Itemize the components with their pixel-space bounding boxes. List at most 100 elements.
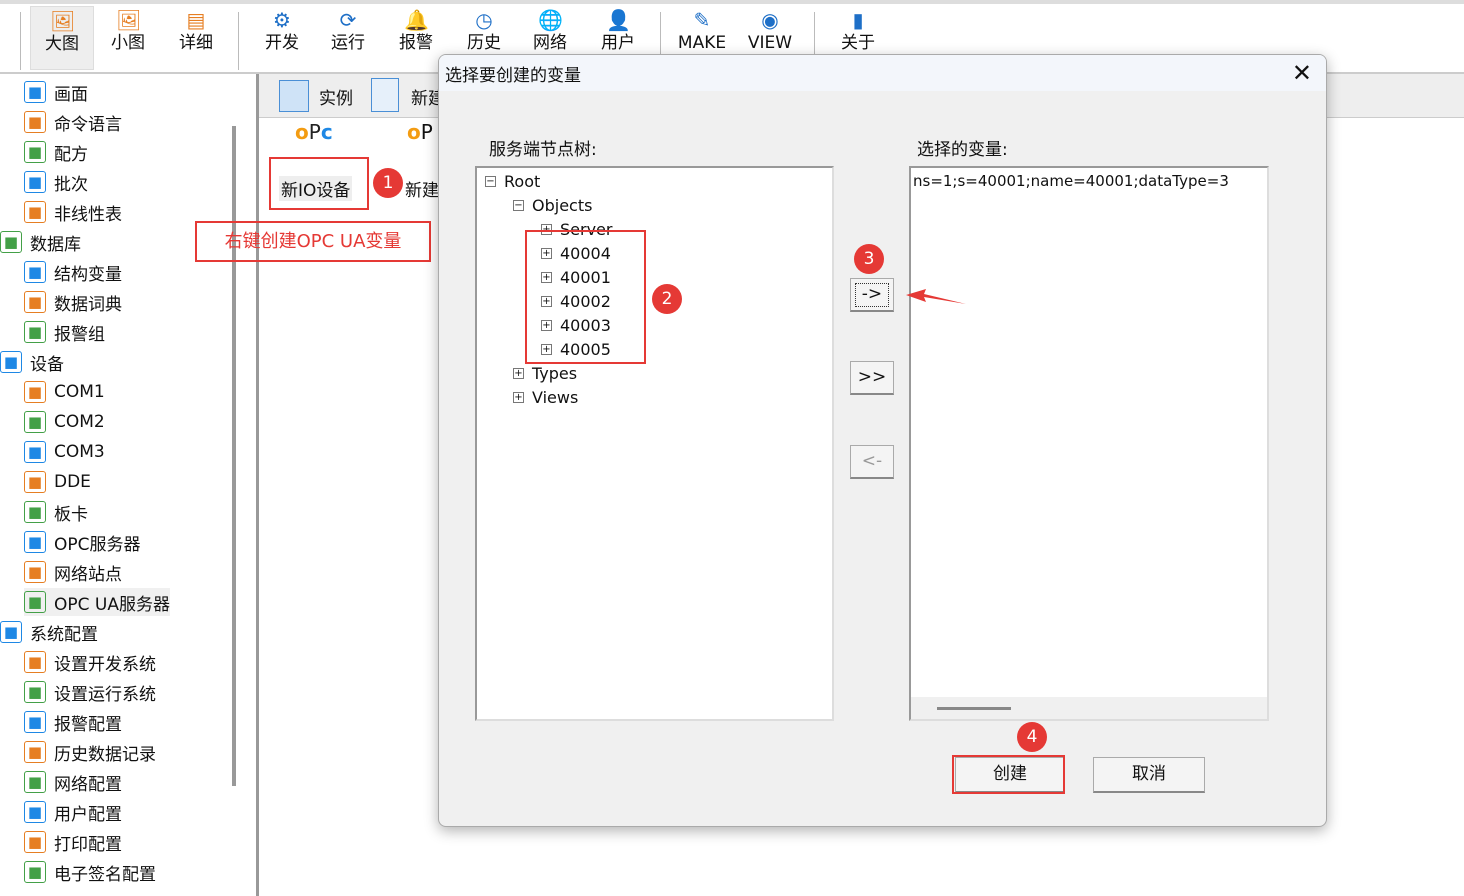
tab-instance[interactable]: 实例	[319, 84, 353, 109]
tree-item-icon: ■	[24, 561, 46, 583]
selected-variable-item[interactable]: ns=1;s=40001;name=40001;dataType=3	[913, 172, 1265, 190]
tree-item-label: 配方	[54, 144, 88, 165]
horizontal-scrollbar[interactable]	[911, 697, 1267, 719]
details-view-icon: ▤	[186, 8, 206, 32]
tree-item[interactable]: ■ 板卡	[24, 498, 88, 526]
tree-item-label: 命令语言	[54, 114, 122, 135]
tree-item[interactable]: ■ 设置运行系统	[24, 678, 156, 706]
tree-item-icon: ■	[24, 141, 46, 163]
expand-icon[interactable]: +	[513, 368, 524, 379]
tree-item-label: COM1	[54, 382, 105, 402]
toolbar-label: 网络	[533, 33, 567, 53]
tree-item[interactable]: ■ 设置开发系统	[24, 648, 156, 676]
add-all-button[interactable]: >>	[850, 361, 894, 395]
small-icon-view-icon: 🖼	[116, 8, 142, 32]
tree-node-types[interactable]: + Types	[513, 364, 577, 383]
large-icon-view-icon: 🖼	[50, 9, 76, 33]
tree-item-icon: ■	[24, 261, 46, 283]
toolbar-label: VIEW	[747, 33, 793, 53]
toolbar-button-large-icon-view[interactable]: 🖼 大图	[30, 6, 94, 70]
tree-item-icon: ■	[0, 621, 22, 643]
tree-item[interactable]: ■ 报警组	[24, 318, 105, 346]
toolbar-separator	[238, 12, 239, 70]
tree-item-label: DDE	[54, 472, 91, 492]
toolbar-label: 大图	[45, 34, 79, 54]
tree-node-views[interactable]: + Views	[513, 388, 578, 407]
tree-item[interactable]: ■ 网络站点	[24, 558, 122, 586]
develop-gear-icon: ⚙	[273, 8, 291, 32]
tree-item-label: 报警配置	[54, 714, 122, 735]
tree-node-label: Objects	[532, 196, 593, 215]
toolbar-button-details-view[interactable]: ▤ 详细	[164, 6, 228, 70]
badge-4: 4	[1017, 722, 1047, 752]
tree-item-label: OPC服务器	[54, 534, 141, 555]
tree-item[interactable]: ■ COM2	[24, 408, 105, 436]
tree-item-label: COM3	[54, 442, 105, 462]
tree-item-icon: ■	[24, 861, 46, 883]
tree-item[interactable]: ■ 设备	[0, 348, 64, 376]
toolbar-button-run[interactable]: ⟳ 运行	[316, 6, 380, 70]
close-icon[interactable]: ✕	[1292, 59, 1312, 87]
history-clock-icon: ◷	[475, 8, 493, 32]
tree-item[interactable]: ■ 命令语言	[24, 108, 122, 136]
tree-item[interactable]: ■ 网络配置	[24, 768, 122, 796]
tree-item[interactable]: ■ 数据库	[0, 228, 81, 256]
tree-item-label: 用户配置	[54, 804, 122, 825]
collapse-icon[interactable]: −	[513, 200, 524, 211]
tree-item-label: 电子签名配置	[54, 864, 156, 885]
tree-item[interactable]: ■ 数据词典	[24, 288, 122, 316]
expand-icon[interactable]: +	[513, 392, 524, 403]
collapse-icon[interactable]: −	[485, 176, 496, 187]
tree-item-label: 数据词典	[54, 294, 122, 315]
toolbar-label: 小图	[111, 33, 145, 53]
tree-item-label: 报警组	[54, 324, 105, 345]
tree-node-label: Root	[504, 172, 541, 191]
tree-item[interactable]: ■ OPC服务器	[24, 528, 141, 556]
toolbar-button-develop-gear[interactable]: ⚙ 开发	[250, 6, 314, 70]
tree-item[interactable]: ■ 电子签名配置	[24, 858, 156, 886]
tree-node-objects[interactable]: − Objects	[513, 196, 592, 215]
toolbar-button-small-icon-view[interactable]: 🖼 小图	[96, 6, 160, 70]
tree-item-label: 网络站点	[54, 564, 122, 585]
tree-item-label: 系统配置	[30, 624, 98, 645]
tree-item[interactable]: ■ 配方	[24, 138, 88, 166]
tree-item[interactable]: ■ 批次	[24, 168, 88, 196]
toolbar-label: 用户	[601, 33, 635, 53]
tree-item-icon: ■	[24, 321, 46, 343]
selected-variables-list[interactable]: ns=1;s=40001;name=40001;dataType=3	[909, 166, 1269, 721]
tree-item[interactable]: ■ 系统配置	[0, 618, 98, 646]
tree-item-label: 网络配置	[54, 774, 122, 795]
tree-item-label: 非线性表	[54, 204, 122, 225]
tree-item-icon: ■	[24, 441, 46, 463]
tree-item-label: 板卡	[54, 504, 88, 525]
network-globe-icon: 🌐	[538, 8, 563, 32]
tree-item-icon: ■	[24, 471, 46, 493]
tree-item-icon: ■	[24, 801, 46, 823]
cancel-button[interactable]: 取消	[1093, 757, 1205, 793]
tree-item-icon: ■	[0, 351, 22, 373]
tree-item[interactable]: ■ 历史数据记录	[24, 738, 156, 766]
tree-item-icon: ■	[24, 741, 46, 763]
tree-item[interactable]: ■ COM1	[24, 378, 105, 406]
tree-item-label: 画面	[54, 84, 88, 105]
tree-item-label: 结构变量	[54, 264, 122, 285]
tree-item[interactable]: ■ 非线性表	[24, 198, 122, 226]
tree-item[interactable]: ■ 打印配置	[24, 828, 122, 856]
device-new[interactable]: 新建	[405, 176, 439, 201]
toolbar-label: 详细	[179, 33, 213, 53]
tree-item[interactable]: ■ OPC UA服务器	[24, 588, 170, 616]
tree-item[interactable]: ■ 报警配置	[24, 708, 122, 736]
user-icon: 👤	[606, 8, 631, 32]
tree-node-root[interactable]: − Root	[485, 172, 540, 191]
tree-item[interactable]: ■ COM3	[24, 438, 105, 466]
tree-item-icon: ■	[24, 831, 46, 853]
tree-item[interactable]: ■ 结构变量	[24, 258, 122, 286]
tree-item[interactable]: ■ DDE	[24, 468, 91, 496]
remove-button[interactable]: <-	[850, 445, 894, 479]
tree-item-icon: ■	[24, 591, 46, 613]
server-tree-label: 服务端节点树:	[489, 140, 597, 160]
annotation-hint: 右键创建OPC UA变量	[195, 221, 431, 262]
add-selected-button[interactable]: ->	[850, 278, 894, 312]
tree-item[interactable]: ■ 画面	[24, 78, 88, 106]
tree-item[interactable]: ■ 用户配置	[24, 798, 122, 826]
